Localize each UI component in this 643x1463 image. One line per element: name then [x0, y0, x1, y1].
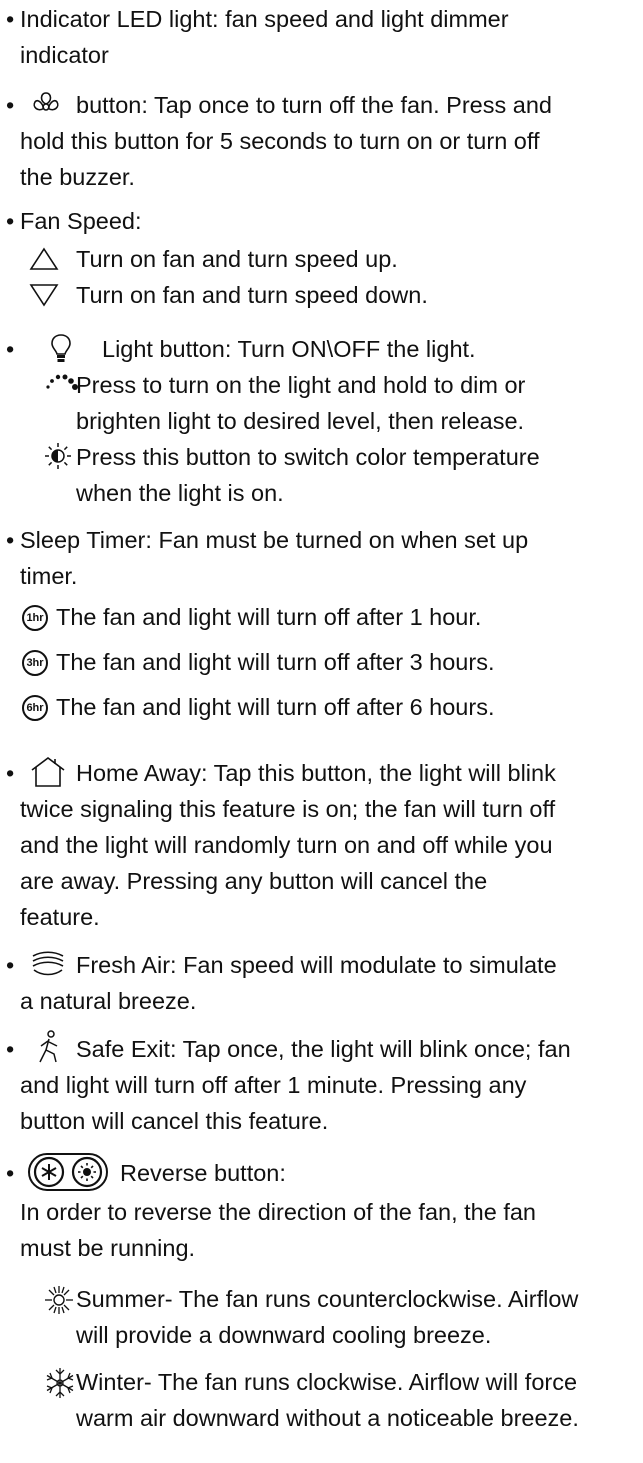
- home-icon: [31, 757, 65, 787]
- reverse-line-2: must be running.: [20, 1235, 196, 1261]
- triangle-up-icon: [29, 247, 59, 270]
- bullet: •: [6, 92, 15, 118]
- timer-1hr-text: The fan and light will turn off after 1 …: [56, 604, 482, 630]
- light-dim-line-1: Press to turn on the light and hold to d…: [76, 372, 526, 398]
- fan-speed-title-line: • Fan Speed:: [6, 204, 142, 238]
- timer-1hr-icon: 1hr: [22, 605, 48, 631]
- light-dim-line-2: brighten light to desired level, then re…: [76, 408, 525, 434]
- fan-speed-title: Fan Speed:: [20, 208, 142, 234]
- light-line-1: Light button: Turn ON\OFF the light.: [102, 336, 476, 362]
- winter-line-2: warm air downward without a noticeable b…: [76, 1405, 579, 1431]
- home-away-line-4: are away. Pressing any button will cance…: [20, 868, 488, 894]
- bullet: •: [6, 760, 15, 786]
- safe-exit-line-3: button will cancel this feature.: [20, 1108, 329, 1134]
- indicator-text: Indicator LED light: fan speed and light…: [20, 6, 509, 32]
- light-temp-line-2: when the light is on.: [76, 480, 284, 506]
- sleep-timer-line-1: • Sleep Timer: Fan must be turned on when…: [6, 523, 528, 557]
- safe-exit-line-1: Safe Exit: Tap once, the light will blin…: [76, 1036, 571, 1062]
- winter-line-1: Winter- The fan runs clockwise. Airflow …: [76, 1369, 578, 1395]
- summer-line-1: Summer- The fan runs counterclockwise. A…: [76, 1286, 579, 1312]
- summer-sun-icon: [45, 1286, 73, 1314]
- light-bulb-icon: [51, 334, 71, 362]
- sleep-timer-line-2: timer.: [20, 563, 78, 589]
- winter-snowflake-icon: [46, 1368, 74, 1398]
- walking-person-icon: [39, 1030, 58, 1063]
- timer-6hr-text: The fan and light will turn off after 6 …: [56, 694, 495, 720]
- light-temp-line-1: Press this button to switch color temper…: [76, 444, 540, 470]
- fan-speed-down-text: Turn on fan and turn speed down.: [76, 282, 428, 308]
- fan-speed-up-text: Turn on fan and turn speed up.: [76, 246, 398, 272]
- safe-exit-line-2: and light will turn off after 1 minute. …: [20, 1072, 527, 1098]
- dimmer-icon: [46, 374, 78, 390]
- fan-icon: [33, 92, 59, 111]
- home-away-line-1: Home Away: Tap this button, the light wi…: [76, 760, 556, 786]
- bullet: •: [6, 527, 15, 553]
- home-away-line-5: feature.: [20, 904, 100, 930]
- sleep-timer-text: Sleep Timer: Fan must be turned on when …: [20, 527, 529, 553]
- bullet: •: [6, 1036, 15, 1062]
- reverse-title: Reverse button:: [120, 1160, 286, 1186]
- fresh-air-line-2: a natural breeze.: [20, 988, 197, 1014]
- bullet: •: [6, 208, 15, 234]
- timer-3hr-text: The fan and light will turn off after 3 …: [56, 649, 495, 675]
- timer-3hr-icon: 3hr: [22, 650, 48, 676]
- fresh-air-line-1: Fresh Air: Fan speed will modulate to si…: [76, 952, 557, 978]
- power-line-3: the buzzer.: [20, 164, 135, 190]
- timer-6hr-icon: 6hr: [22, 695, 48, 721]
- home-away-line-2: twice signaling this feature is on; the …: [20, 796, 556, 822]
- power-line-2: hold this button for 5 seconds to turn o…: [20, 128, 540, 154]
- bullet: •: [6, 952, 15, 978]
- home-away-line-3: and the light will randomly turn on and …: [20, 832, 553, 858]
- summer-line-2: will provide a downward cooling breeze.: [76, 1322, 492, 1348]
- bullet: •: [6, 6, 15, 32]
- power-line-1: button: Tap once to turn off the fan. Pr…: [76, 92, 552, 118]
- reverse-line-1: In order to reverse the direction of the…: [20, 1199, 537, 1225]
- color-temperature-icon: [45, 443, 71, 469]
- triangle-down-icon: [29, 284, 59, 307]
- bullet: •: [6, 336, 15, 362]
- breeze-icon: [32, 951, 64, 976]
- indicator-line-2: indicator: [20, 42, 109, 68]
- reverse-button-icon: [28, 1153, 108, 1191]
- bullet: •: [6, 1160, 15, 1186]
- indicator-line-1: • Indicator LED light: fan speed and ligh…: [6, 2, 509, 36]
